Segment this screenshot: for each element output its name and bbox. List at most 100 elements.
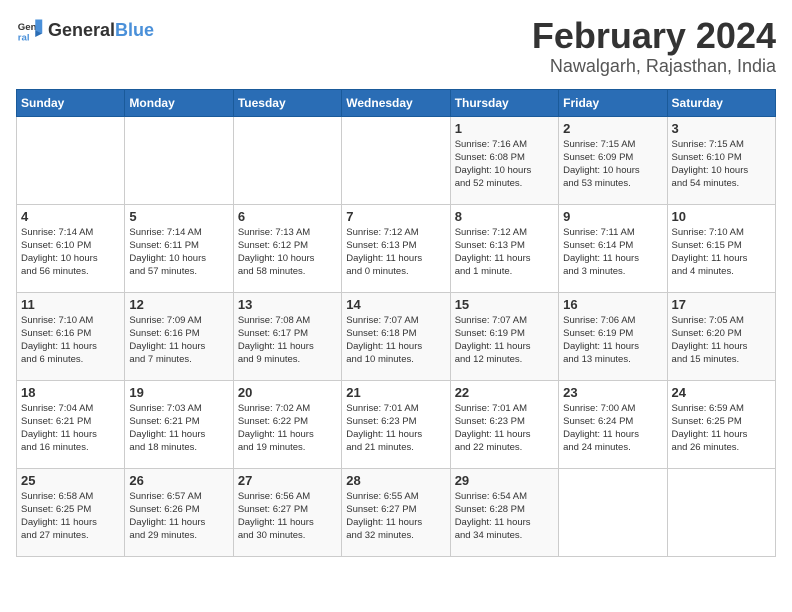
calendar-cell: 11 Sunrise: 7:10 AMSunset: 6:16 PMDayligh… bbox=[17, 292, 125, 380]
day-info: Sunrise: 7:10 AMSunset: 6:15 PMDaylight:… bbox=[672, 226, 771, 279]
day-number: 25 bbox=[21, 473, 120, 488]
day-info: Sunrise: 7:04 AMSunset: 6:21 PMDaylight:… bbox=[21, 402, 120, 455]
calendar-cell: 19Sunrise: 7:03 AMSunset: 6:21 PMDayligh… bbox=[125, 380, 233, 468]
calendar-cell: 25 Sunrise: 6:58 AMSunset: 6:25 PMDayligh… bbox=[17, 468, 125, 556]
calendar-cell: 20 Sunrise: 7:02 AMSunset: 6:22 PMDayligh… bbox=[233, 380, 341, 468]
calendar-cell bbox=[233, 116, 341, 204]
calendar-cell: 27Sunrise: 6:56 AMSunset: 6:27 PMDayligh… bbox=[233, 468, 341, 556]
day-info: Sunrise: 7:02 AMSunset: 6:22 PMDaylight:… bbox=[238, 402, 337, 455]
day-info: Sunrise: 7:15 AMSunset: 6:09 PMDaylight:… bbox=[563, 138, 662, 191]
day-info: Sunrise: 7:12 AMSunset: 6:13 PMDaylight:… bbox=[455, 226, 554, 279]
header-friday: Friday bbox=[559, 89, 667, 116]
day-number: 22 bbox=[455, 385, 554, 400]
calendar-cell: 26 Sunrise: 6:57 AMSunset: 6:26 PMDayligh… bbox=[125, 468, 233, 556]
calendar-cell: 5 Sunrise: 7:14 AMSunset: 6:11 PMDaylight… bbox=[125, 204, 233, 292]
day-number: 28 bbox=[346, 473, 445, 488]
day-info: Sunrise: 7:12 AMSunset: 6:13 PMDaylight:… bbox=[346, 226, 445, 279]
calendar-cell: 6 Sunrise: 7:13 AMSunset: 6:12 PMDaylight… bbox=[233, 204, 341, 292]
calendar-week-1: 1 Sunrise: 7:16 AMSunset: 6:08 PMDaylight… bbox=[17, 116, 776, 204]
day-info: Sunrise: 6:54 AMSunset: 6:28 PMDaylight:… bbox=[455, 490, 554, 543]
month-title: February 2024 bbox=[532, 16, 776, 56]
day-number: 20 bbox=[238, 385, 337, 400]
calendar-cell: 12 Sunrise: 7:09 AMSunset: 6:16 PMDayligh… bbox=[125, 292, 233, 380]
svg-text:ral: ral bbox=[18, 33, 30, 44]
day-info: Sunrise: 7:01 AMSunset: 6:23 PMDaylight:… bbox=[346, 402, 445, 455]
calendar-cell: 2 Sunrise: 7:15 AMSunset: 6:09 PMDaylight… bbox=[559, 116, 667, 204]
calendar-cell bbox=[17, 116, 125, 204]
day-info: Sunrise: 6:58 AMSunset: 6:25 PMDaylight:… bbox=[21, 490, 120, 543]
day-number: 26 bbox=[129, 473, 228, 488]
day-info: Sunrise: 7:09 AMSunset: 6:16 PMDaylight:… bbox=[129, 314, 228, 367]
day-number: 6 bbox=[238, 209, 337, 224]
calendar-cell bbox=[125, 116, 233, 204]
title-area: February 2024 Nawalgarh, Rajasthan, Indi… bbox=[532, 16, 776, 77]
day-info: Sunrise: 7:13 AMSunset: 6:12 PMDaylight:… bbox=[238, 226, 337, 279]
calendar-cell: 8 Sunrise: 7:12 AMSunset: 6:13 PMDaylight… bbox=[450, 204, 558, 292]
calendar-week-3: 11 Sunrise: 7:10 AMSunset: 6:16 PMDayligh… bbox=[17, 292, 776, 380]
calendar-cell: 4 Sunrise: 7:14 AMSunset: 6:10 PMDaylight… bbox=[17, 204, 125, 292]
header-wednesday: Wednesday bbox=[342, 89, 450, 116]
day-info: Sunrise: 6:57 AMSunset: 6:26 PMDaylight:… bbox=[129, 490, 228, 543]
day-number: 11 bbox=[21, 297, 120, 312]
calendar-cell: 15 Sunrise: 7:07 AMSunset: 6:19 PMDayligh… bbox=[450, 292, 558, 380]
header-saturday: Saturday bbox=[667, 89, 775, 116]
day-number: 12 bbox=[129, 297, 228, 312]
day-info: Sunrise: 7:07 AMSunset: 6:18 PMDaylight:… bbox=[346, 314, 445, 367]
day-info: Sunrise: 6:59 AMSunset: 6:25 PMDaylight:… bbox=[672, 402, 771, 455]
calendar-cell: 16 Sunrise: 7:06 AMSunset: 6:19 PMDayligh… bbox=[559, 292, 667, 380]
day-info: Sunrise: 7:05 AMSunset: 6:20 PMDaylight:… bbox=[672, 314, 771, 367]
logo-icon: Gene ral bbox=[16, 16, 44, 44]
calendar-cell: 18 Sunrise: 7:04 AMSunset: 6:21 PMDayligh… bbox=[17, 380, 125, 468]
logo-text-general: General bbox=[48, 20, 115, 40]
calendar-cell: 13 Sunrise: 7:08 AMSunset: 6:17 PMDayligh… bbox=[233, 292, 341, 380]
day-number: 2 bbox=[563, 121, 662, 136]
calendar-table: Sunday Monday Tuesday Wednesday Thursday… bbox=[16, 89, 776, 557]
calendar-cell: 22Sunrise: 7:01 AMSunset: 6:23 PMDayligh… bbox=[450, 380, 558, 468]
header-thursday: Thursday bbox=[450, 89, 558, 116]
day-number: 4 bbox=[21, 209, 120, 224]
day-info: Sunrise: 7:06 AMSunset: 6:19 PMDaylight:… bbox=[563, 314, 662, 367]
calendar-week-5: 25 Sunrise: 6:58 AMSunset: 6:25 PMDayligh… bbox=[17, 468, 776, 556]
day-number: 9 bbox=[563, 209, 662, 224]
day-number: 14 bbox=[346, 297, 445, 312]
day-info: Sunrise: 7:08 AMSunset: 6:17 PMDaylight:… bbox=[238, 314, 337, 367]
day-number: 16 bbox=[563, 297, 662, 312]
day-number: 1 bbox=[455, 121, 554, 136]
calendar-cell: 10 Sunrise: 7:10 AMSunset: 6:15 PMDayligh… bbox=[667, 204, 775, 292]
calendar-week-2: 4 Sunrise: 7:14 AMSunset: 6:10 PMDaylight… bbox=[17, 204, 776, 292]
day-info: Sunrise: 7:03 AMSunset: 6:21 PMDaylight:… bbox=[129, 402, 228, 455]
calendar-cell: 9Sunrise: 7:11 AMSunset: 6:14 PMDaylight… bbox=[559, 204, 667, 292]
calendar-week-4: 18 Sunrise: 7:04 AMSunset: 6:21 PMDayligh… bbox=[17, 380, 776, 468]
day-info: Sunrise: 6:56 AMSunset: 6:27 PMDaylight:… bbox=[238, 490, 337, 543]
day-info: Sunrise: 7:14 AMSunset: 6:11 PMDaylight:… bbox=[129, 226, 228, 279]
day-number: 21 bbox=[346, 385, 445, 400]
day-number: 17 bbox=[672, 297, 771, 312]
header-tuesday: Tuesday bbox=[233, 89, 341, 116]
logo-text-blue: Blue bbox=[115, 20, 154, 40]
day-info: Sunrise: 7:10 AMSunset: 6:16 PMDaylight:… bbox=[21, 314, 120, 367]
calendar-cell: 24 Sunrise: 6:59 AMSunset: 6:25 PMDayligh… bbox=[667, 380, 775, 468]
day-info: Sunrise: 7:00 AMSunset: 6:24 PMDaylight:… bbox=[563, 402, 662, 455]
day-number: 15 bbox=[455, 297, 554, 312]
calendar-cell: 17 Sunrise: 7:05 AMSunset: 6:20 PMDayligh… bbox=[667, 292, 775, 380]
calendar-body: 1 Sunrise: 7:16 AMSunset: 6:08 PMDaylight… bbox=[17, 116, 776, 556]
day-info: Sunrise: 7:07 AMSunset: 6:19 PMDaylight:… bbox=[455, 314, 554, 367]
day-number: 10 bbox=[672, 209, 771, 224]
day-number: 18 bbox=[21, 385, 120, 400]
calendar-cell: 3Sunrise: 7:15 AMSunset: 6:10 PMDaylight… bbox=[667, 116, 775, 204]
day-number: 29 bbox=[455, 473, 554, 488]
day-number: 13 bbox=[238, 297, 337, 312]
header-sunday: Sunday bbox=[17, 89, 125, 116]
day-number: 7 bbox=[346, 209, 445, 224]
calendar-cell: 1 Sunrise: 7:16 AMSunset: 6:08 PMDaylight… bbox=[450, 116, 558, 204]
location-title: Nawalgarh, Rajasthan, India bbox=[532, 56, 776, 77]
header-row: Sunday Monday Tuesday Wednesday Thursday… bbox=[17, 89, 776, 116]
calendar-cell bbox=[667, 468, 775, 556]
day-info: Sunrise: 7:14 AMSunset: 6:10 PMDaylight:… bbox=[21, 226, 120, 279]
day-info: Sunrise: 7:16 AMSunset: 6:08 PMDaylight:… bbox=[455, 138, 554, 191]
calendar-cell: 21 Sunrise: 7:01 AMSunset: 6:23 PMDayligh… bbox=[342, 380, 450, 468]
day-number: 5 bbox=[129, 209, 228, 224]
day-number: 8 bbox=[455, 209, 554, 224]
day-number: 24 bbox=[672, 385, 771, 400]
calendar-cell: 28Sunrise: 6:55 AMSunset: 6:27 PMDayligh… bbox=[342, 468, 450, 556]
